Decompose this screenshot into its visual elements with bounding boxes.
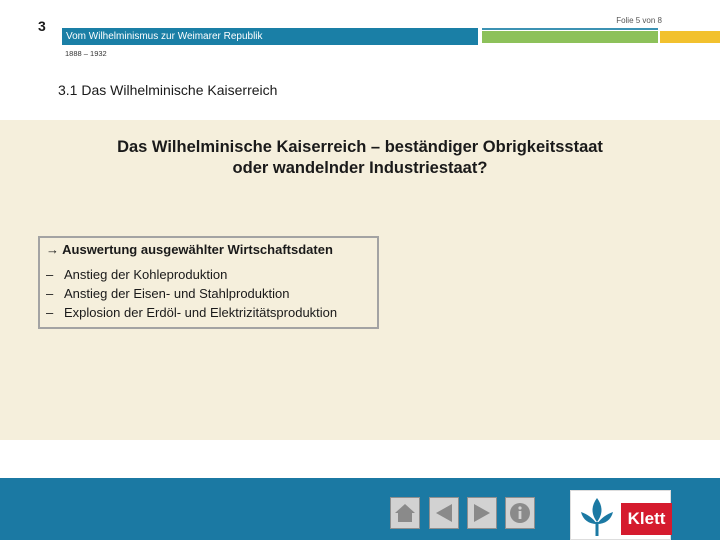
dash-marker: – [46,305,54,320]
info-box-list: – Anstieg der Kohleproduktion – Anstieg de… [46,265,371,322]
series-title: Vom Wilhelminismus zur Weimarer Republik [66,31,263,42]
list-item: – Anstieg der Kohleproduktion [46,265,371,284]
klett-clover-icon [581,498,613,536]
arrow-right-icon [474,504,490,522]
next-button[interactable] [467,497,497,529]
home-button[interactable] [390,497,420,529]
klett-logo-text: Klett [621,503,672,535]
list-item-text: Explosion der Erdöl- und Elektrizitätspr… [64,305,338,320]
main-question-line-2: oder wandelnder Industriestaat? [232,159,488,177]
main-question: Das Wilhelminische Kaiserreich – beständ… [0,137,720,179]
chapter-number: 3 [38,18,46,34]
info-icon [510,503,530,523]
info-button[interactable] [505,497,535,529]
date-range: 1888 – 1932 [65,49,107,58]
list-item-text: Anstieg der Kohleproduktion [64,267,228,282]
info-box: → Auswertung ausgewählter Wirtschaftsdat… [38,236,379,329]
dash-marker: – [46,267,54,282]
arrow-left-icon [436,504,452,522]
header-yellow-stripe [660,31,720,43]
list-item: – Explosion der Erdöl- und Elektrizitätsp… [46,303,371,322]
section-title: 3.1 Das Wilhelminische Kaiserreich [58,82,278,98]
previous-button[interactable] [429,497,459,529]
series-title-bar: Vom Wilhelminismus zur Weimarer Republik [62,28,478,45]
header-green-stripe [482,28,658,43]
dash-marker: – [46,286,54,301]
list-item: – Anstieg der Eisen- und Stahlproduktion [46,284,371,303]
info-box-title: → Auswertung ausgewählter Wirtschaftsdat… [46,242,333,257]
slide-counter: Folie 5 von 8 [616,16,662,25]
klett-logo: Klett [570,490,672,540]
home-icon [395,504,415,522]
main-question-line-1: Das Wilhelminische Kaiserreich – beständ… [117,138,603,156]
list-item-text: Anstieg der Eisen- und Stahlproduktion [64,286,290,301]
